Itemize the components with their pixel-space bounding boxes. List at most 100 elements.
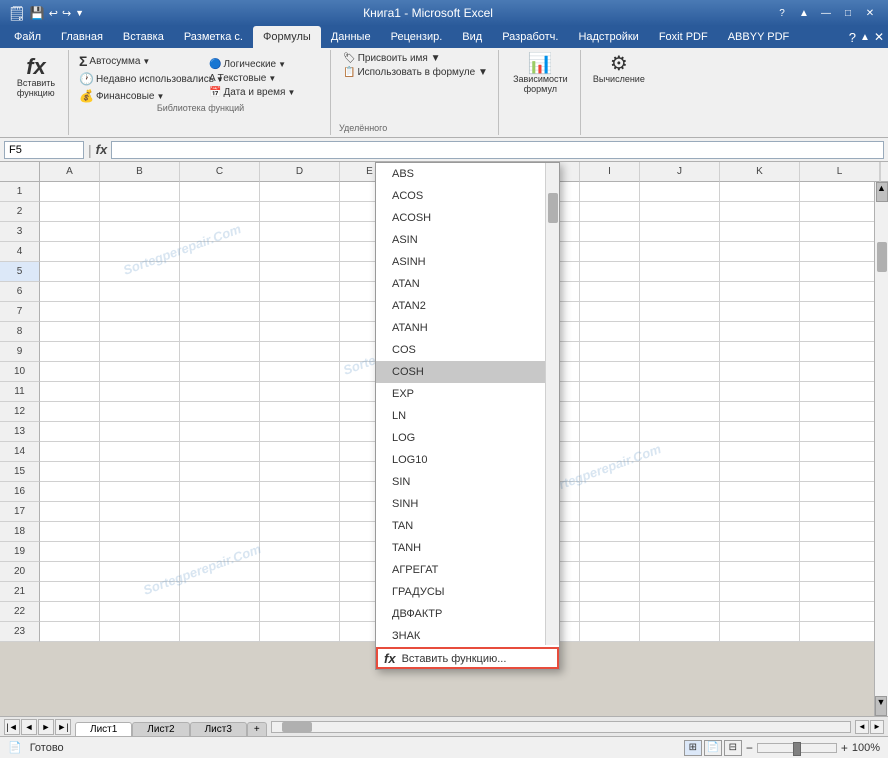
close-btn[interactable]: ✕ [860, 4, 880, 22]
cell-B18[interactable] [100, 522, 180, 542]
cell-B11[interactable] [100, 382, 180, 402]
assign-name-btn[interactable]: 🏷 Присвоить имя ▼ [339, 52, 492, 65]
cell-K9[interactable] [720, 342, 800, 362]
zoom-in-btn[interactable]: + [841, 741, 848, 755]
col-header-A[interactable]: A [40, 162, 100, 182]
cell-A5[interactable] [40, 262, 100, 282]
cell-I21[interactable] [580, 582, 640, 602]
cell-C17[interactable] [180, 502, 260, 522]
cell-K1[interactable] [720, 182, 800, 202]
tab-developer[interactable]: Разработч. [492, 26, 568, 48]
cell-L2[interactable] [800, 202, 880, 222]
name-box[interactable] [4, 141, 84, 159]
cell-J4[interactable] [640, 242, 720, 262]
row-header-18[interactable]: 18 [0, 522, 40, 542]
zoom-out-btn[interactable]: − [746, 741, 753, 755]
col-header-I[interactable]: I [580, 162, 640, 182]
cell-C2[interactable] [180, 202, 260, 222]
cell-L23[interactable] [800, 622, 880, 642]
formula-input[interactable] [111, 141, 884, 159]
cell-J17[interactable] [640, 502, 720, 522]
cell-D7[interactable] [260, 302, 340, 322]
cell-L4[interactable] [800, 242, 880, 262]
cell-B17[interactable] [100, 502, 180, 522]
cell-D12[interactable] [260, 402, 340, 422]
cell-K3[interactable] [720, 222, 800, 242]
tab-review[interactable]: Рецензир. [381, 26, 453, 48]
cell-J1[interactable] [640, 182, 720, 202]
maximize-btn[interactable]: □ [838, 4, 858, 22]
cell-L20[interactable] [800, 562, 880, 582]
cell-L12[interactable] [800, 402, 880, 422]
cell-B4[interactable] [100, 242, 180, 262]
dropdown-item-sinh[interactable]: SINH [376, 493, 559, 515]
cell-B19[interactable] [100, 542, 180, 562]
cell-I23[interactable] [580, 622, 640, 642]
row-header-6[interactable]: 6 [0, 282, 40, 302]
cell-I6[interactable] [580, 282, 640, 302]
cell-D19[interactable] [260, 542, 340, 562]
row-header-12[interactable]: 12 [0, 402, 40, 422]
cell-L5[interactable] [800, 262, 880, 282]
cell-I13[interactable] [580, 422, 640, 442]
cell-I1[interactable] [580, 182, 640, 202]
cell-B16[interactable] [100, 482, 180, 502]
dropdown-item-tanh[interactable]: TANH [376, 537, 559, 559]
tab-foxit[interactable]: Foxit PDF [649, 26, 718, 48]
dropdown-item-cosh[interactable]: COSH [376, 361, 559, 383]
cell-D10[interactable] [260, 362, 340, 382]
dep-formulas-btn[interactable]: 📊 Зависимостиформул [509, 52, 572, 96]
cell-A19[interactable] [40, 542, 100, 562]
cell-K5[interactable] [720, 262, 800, 282]
cell-B3[interactable] [100, 222, 180, 242]
tab-abbyy[interactable]: ABBYY PDF [718, 26, 800, 48]
tab-home[interactable]: Главная [51, 26, 113, 48]
row-header-11[interactable]: 11 [0, 382, 40, 402]
cell-J19[interactable] [640, 542, 720, 562]
row-header-21[interactable]: 21 [0, 582, 40, 602]
cell-D23[interactable] [260, 622, 340, 642]
cell-K19[interactable] [720, 542, 800, 562]
row-header-16[interactable]: 16 [0, 482, 40, 502]
cell-D15[interactable] [260, 462, 340, 482]
cell-L22[interactable] [800, 602, 880, 622]
dropdown-item-агрегат[interactable]: АГРЕГАТ [376, 559, 559, 581]
cell-C12[interactable] [180, 402, 260, 422]
minimize-btn[interactable]: — [816, 4, 836, 22]
cell-L3[interactable] [800, 222, 880, 242]
dropdown-item-знак[interactable]: ЗНАК [376, 625, 559, 647]
col-header-C[interactable]: C [180, 162, 260, 182]
dropdown-item-acos[interactable]: ACOS [376, 185, 559, 207]
row-header-14[interactable]: 14 [0, 442, 40, 462]
cell-A6[interactable] [40, 282, 100, 302]
cell-J5[interactable] [640, 262, 720, 282]
sheet-nav-prev[interactable]: ◄ [21, 719, 37, 735]
insert-function-btn[interactable]: fx Вставитьфункцию [11, 52, 61, 102]
cell-D8[interactable] [260, 322, 340, 342]
zoom-slider[interactable] [757, 743, 837, 753]
cell-D17[interactable] [260, 502, 340, 522]
row-header-10[interactable]: 10 [0, 362, 40, 382]
cell-C1[interactable] [180, 182, 260, 202]
cell-D22[interactable] [260, 602, 340, 622]
dropdown-item-atan2[interactable]: ATAN2 [376, 295, 559, 317]
cell-I4[interactable] [580, 242, 640, 262]
col-header-B[interactable]: B [100, 162, 180, 182]
h-scroll-left[interactable]: ◄ [855, 720, 869, 734]
row-header-13[interactable]: 13 [0, 422, 40, 442]
quick-access-redo[interactable]: ↪ [62, 7, 71, 20]
cell-B21[interactable] [100, 582, 180, 602]
cell-C9[interactable] [180, 342, 260, 362]
cell-B1[interactable] [100, 182, 180, 202]
cell-K18[interactable] [720, 522, 800, 542]
scroll-down-btn[interactable]: ▼ [875, 696, 887, 716]
cell-A10[interactable] [40, 362, 100, 382]
cell-I10[interactable] [580, 362, 640, 382]
cell-C20[interactable] [180, 562, 260, 582]
cell-L17[interactable] [800, 502, 880, 522]
cell-K4[interactable] [720, 242, 800, 262]
cell-D16[interactable] [260, 482, 340, 502]
row-header-17[interactable]: 17 [0, 502, 40, 522]
dropdown-item-градусы[interactable]: ГРАДУСЫ [376, 581, 559, 603]
cell-I19[interactable] [580, 542, 640, 562]
